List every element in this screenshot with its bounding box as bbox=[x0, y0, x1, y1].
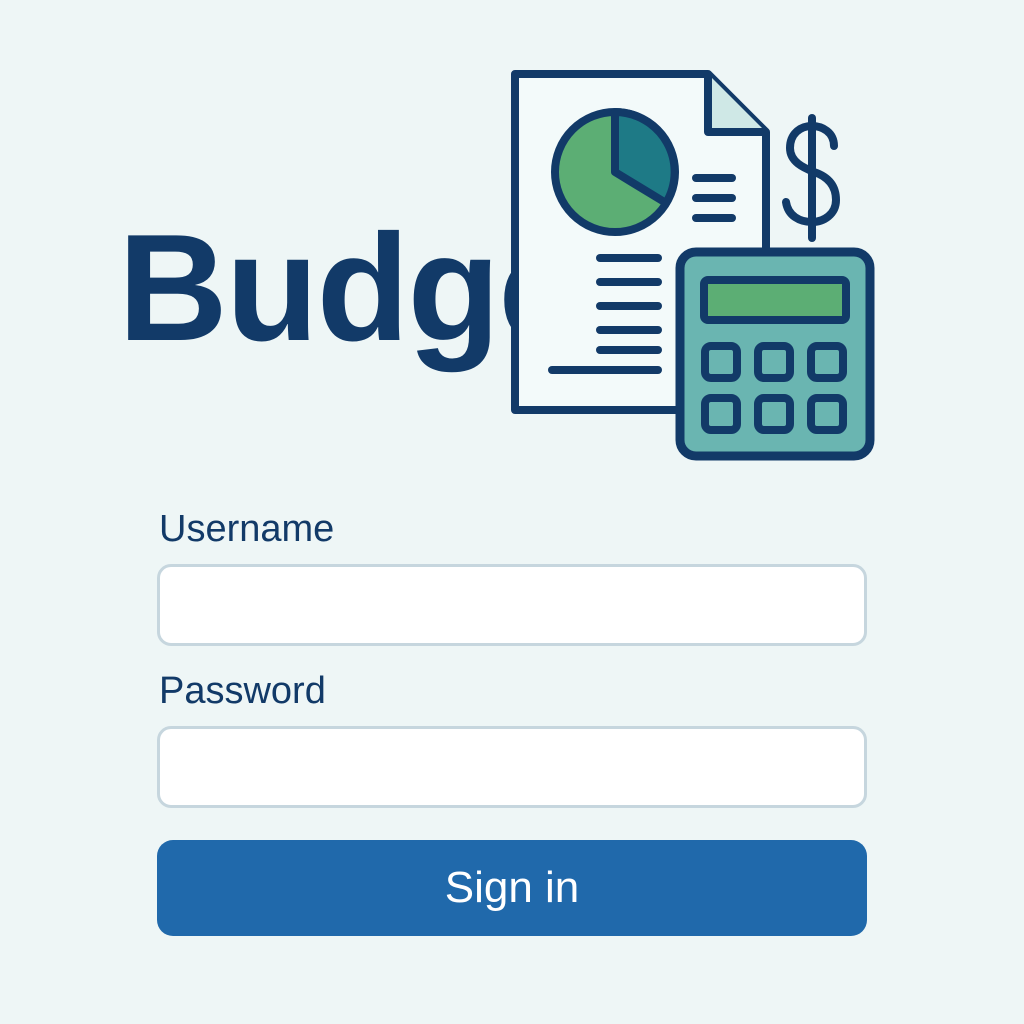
login-form: Username Password Sign in bbox=[157, 510, 867, 936]
username-input[interactable] bbox=[157, 564, 867, 646]
calculator-icon bbox=[675, 247, 875, 461]
budget-logo-icon bbox=[511, 70, 875, 461]
username-label: Username bbox=[159, 508, 335, 550]
password-input[interactable] bbox=[157, 726, 867, 808]
dollar-sign-icon bbox=[782, 114, 840, 242]
brand-header: Budget bbox=[0, 0, 1024, 480]
login-page: Budget Username Password Sign in bbox=[0, 0, 1024, 1024]
password-label: Password bbox=[159, 670, 326, 712]
sign-in-button[interactable]: Sign in bbox=[157, 840, 867, 936]
pie-chart-icon bbox=[551, 108, 679, 236]
